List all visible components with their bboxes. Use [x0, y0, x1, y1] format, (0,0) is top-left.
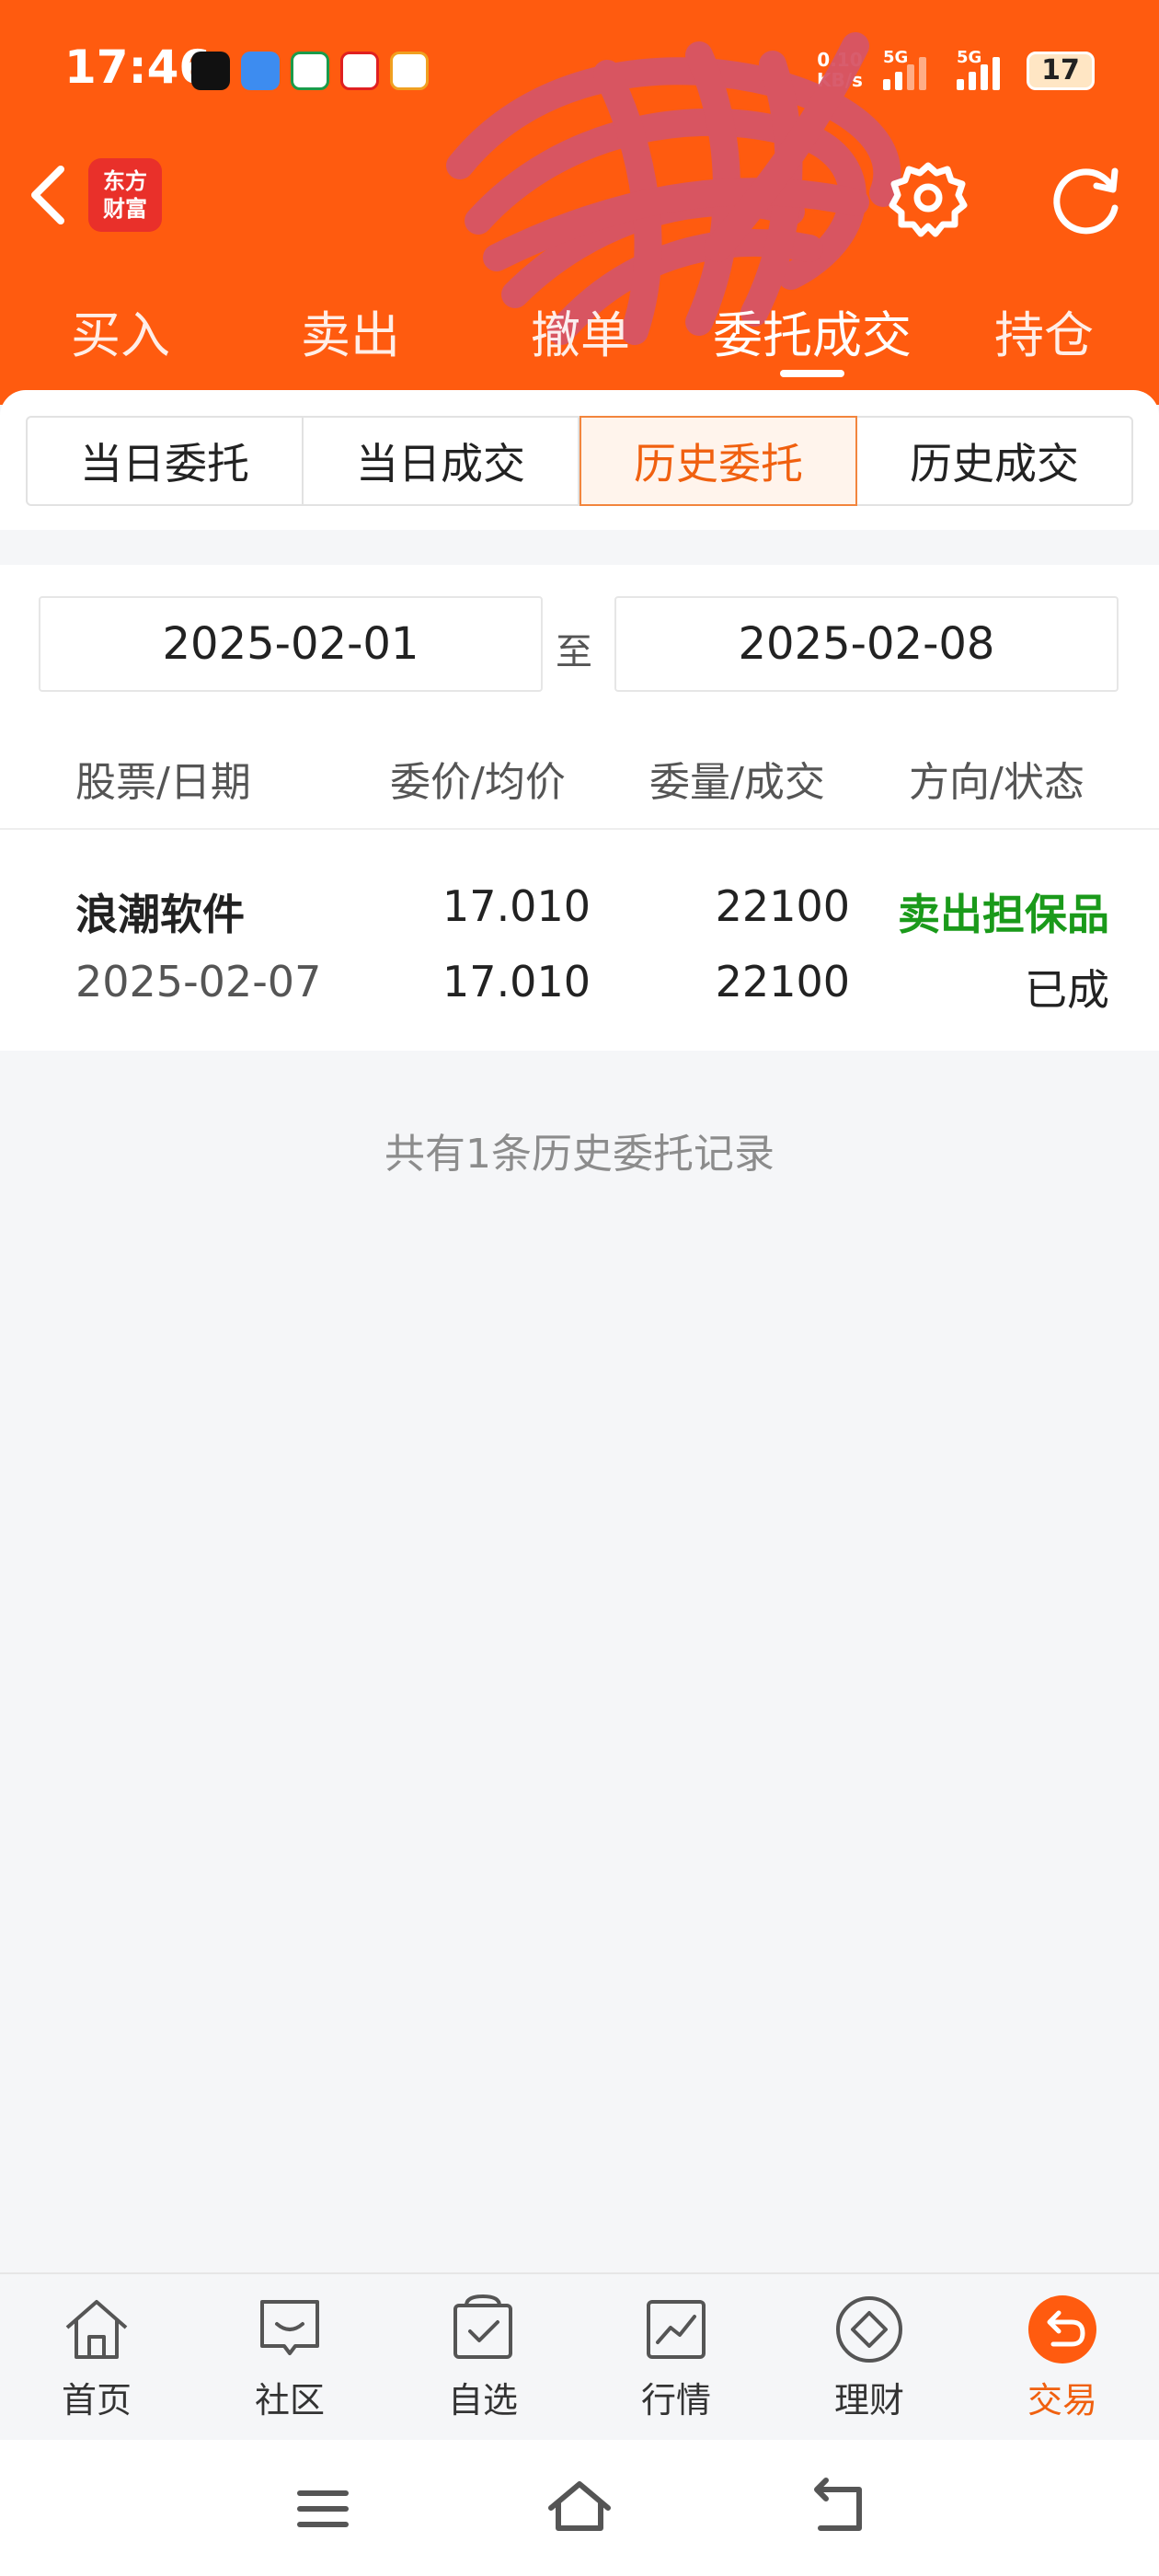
- trade-icon: [1028, 2295, 1096, 2363]
- gear-icon: [889, 162, 968, 237]
- app-logo: 东方 财富: [88, 158, 162, 232]
- refresh-icon: [1053, 167, 1119, 235]
- column-header-stock-date: 股票/日期: [75, 759, 251, 806]
- nav-wealth-label: 理财: [833, 2380, 904, 2421]
- back-arrow-icon: [814, 2478, 862, 2531]
- recent-apps-button[interactable]: [281, 2467, 364, 2550]
- order-quantity: 22100: [715, 881, 850, 931]
- date-separator: 至: [556, 631, 592, 673]
- nav-watchlist[interactable]: 自选: [414, 2293, 552, 2431]
- column-header-direction-status: 方向/状态: [909, 759, 1084, 806]
- back-button[interactable]: [22, 158, 77, 232]
- home-outline-icon: [548, 2481, 611, 2531]
- end-date-field[interactable]: 2025-02-08: [614, 596, 1119, 692]
- tab-cancel[interactable]: 撤单: [521, 294, 640, 368]
- notification-icons: [191, 52, 429, 90]
- nav-market-label: 行情: [640, 2380, 711, 2421]
- status-time: 17:46: [64, 40, 212, 94]
- order-type-segmented-control: 当日委托 当日成交 历史委托 历史成交: [26, 416, 1133, 506]
- home-button[interactable]: [538, 2467, 621, 2550]
- community-icon: [260, 2300, 319, 2355]
- tab-positions[interactable]: 持仓: [984, 294, 1104, 368]
- order-direction: 卖出担保品: [898, 890, 1109, 939]
- refresh-button[interactable]: [1047, 158, 1126, 237]
- chevron-left-icon: [31, 166, 64, 224]
- nav-trade[interactable]: 交易: [993, 2293, 1131, 2431]
- bottom-navigation: 首页 社区 自选 行情 理财 交易: [0, 2272, 1159, 2440]
- wealth-icon: [836, 2296, 902, 2363]
- nav-home[interactable]: 首页: [28, 2293, 166, 2431]
- nav-community-label: 社区: [254, 2380, 325, 2421]
- average-price: 17.010: [442, 957, 591, 1006]
- post-app-icon: [291, 52, 329, 90]
- market-icon: [647, 2300, 706, 2359]
- music-app-icon: [191, 52, 230, 90]
- record-count-summary: 共有1条历史委托记录: [384, 1131, 775, 1178]
- menu-icon: [297, 2490, 349, 2527]
- active-tab-indicator: [780, 370, 844, 377]
- stock-name: 浪潮软件: [75, 890, 245, 939]
- tab-sell[interactable]: 卖出: [291, 294, 410, 368]
- network-type-2: 5G: [957, 48, 982, 67]
- nav-community[interactable]: 社区: [221, 2293, 359, 2431]
- cloud-app-icon: [241, 52, 280, 90]
- nav-home-label: 首页: [61, 2380, 132, 2421]
- nav-watchlist-label: 自选: [447, 2380, 518, 2421]
- shopping-app-icon: [340, 52, 379, 90]
- system-navigation-bar: [0, 2440, 1159, 2576]
- order-price: 17.010: [442, 881, 591, 931]
- date-filter: 2025-02-01 至 2025-02-08 股票/日期 委价/均价 委量/成…: [0, 565, 1159, 830]
- settings-button[interactable]: [889, 158, 968, 237]
- tab-buy[interactable]: 买入: [61, 294, 180, 368]
- segment-history-trades[interactable]: 历史成交: [857, 418, 1131, 504]
- order-status: 已成: [1025, 965, 1109, 1015]
- segment-today-orders[interactable]: 当日委托: [28, 418, 304, 504]
- app-header: 17:46 0.10 KB/s 5G 5G 17 东方 财富 买入 卖出 撤单 …: [0, 0, 1159, 405]
- battery-icon: 17: [1027, 52, 1095, 90]
- start-date-field[interactable]: 2025-02-01: [39, 596, 543, 692]
- nav-trade-label: 交易: [1027, 2380, 1097, 2421]
- order-date: 2025-02-07: [75, 957, 322, 1006]
- column-header-price: 委价/均价: [390, 759, 566, 806]
- main-tabs: 买入 卖出 撤单 委托成交 持仓: [0, 294, 1159, 377]
- nav-wealth[interactable]: 理财: [800, 2293, 938, 2431]
- signal-icon-2: 5G: [957, 48, 1000, 90]
- tab-orders-trades[interactable]: 委托成交: [705, 294, 920, 368]
- home-icon: [65, 2300, 128, 2359]
- table-row[interactable]: 浪潮软件 2025-02-07 17.010 17.010 22100 2210…: [0, 830, 1159, 1051]
- back-nav-button[interactable]: [795, 2467, 878, 2550]
- segment-history-orders[interactable]: 历史委托: [580, 416, 857, 506]
- column-header-quantity: 委量/成交: [649, 759, 825, 806]
- nav-market[interactable]: 行情: [607, 2293, 745, 2431]
- segment-today-trades[interactable]: 当日成交: [304, 418, 580, 504]
- watchlist-icon: [453, 2294, 512, 2359]
- filled-quantity: 22100: [715, 957, 850, 1006]
